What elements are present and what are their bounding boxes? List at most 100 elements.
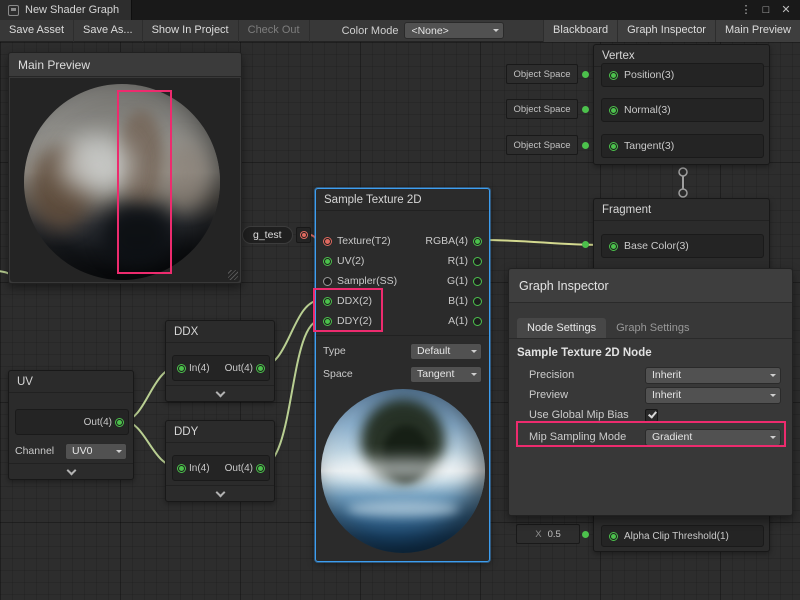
alpha-clip-float-field[interactable]: X 0.5 bbox=[516, 524, 580, 544]
connector-knob-top[interactable] bbox=[679, 168, 687, 176]
b-output-label: B(1) bbox=[448, 295, 468, 307]
preview-value: Inherit bbox=[652, 389, 681, 401]
alpha-clip-input-port[interactable] bbox=[609, 532, 618, 541]
gtest-property-node[interactable]: g_test bbox=[242, 226, 293, 244]
tangent-block[interactable]: Tangent(3) bbox=[601, 134, 764, 158]
show-in-project-button[interactable]: Show In Project bbox=[143, 20, 239, 42]
ddy-input-port[interactable] bbox=[323, 317, 332, 326]
b-output-port[interactable] bbox=[473, 297, 482, 306]
tangent-space-dropdown[interactable]: Object Space bbox=[506, 135, 578, 155]
ddx-node[interactable]: DDX In(4) Out(4) bbox=[165, 320, 275, 402]
channel-dropdown[interactable]: UV0 bbox=[65, 443, 127, 460]
ddy-in-port[interactable] bbox=[177, 464, 186, 473]
position-block[interactable]: Position(3) bbox=[601, 63, 764, 87]
node-preview-sphere[interactable] bbox=[321, 389, 485, 553]
type-value: Default bbox=[417, 345, 450, 357]
a-output-port[interactable] bbox=[473, 317, 482, 326]
use-global-mip-bias-checkbox[interactable] bbox=[645, 409, 658, 422]
ddx-out-port[interactable] bbox=[256, 364, 265, 373]
preview-dropdown[interactable]: Inherit bbox=[645, 387, 781, 404]
uv-node-title: UV bbox=[9, 371, 133, 393]
uv-out-port[interactable] bbox=[115, 418, 124, 427]
divider bbox=[316, 335, 489, 336]
channel-label: Channel bbox=[15, 445, 57, 457]
tab-node-settings[interactable]: Node Settings bbox=[517, 318, 606, 338]
uv-node[interactable]: UV Out(4) Channel UV0 bbox=[8, 370, 134, 480]
close-icon[interactable]: ✕ bbox=[778, 1, 794, 19]
g-output-port[interactable] bbox=[473, 277, 482, 286]
graph-inspector-toggle-button[interactable]: Graph Inspector bbox=[617, 20, 715, 42]
resize-grip[interactable] bbox=[228, 270, 238, 280]
mip-mode-row: Mip Sampling Mode Gradient bbox=[509, 427, 792, 447]
ddx-collapse-footer[interactable] bbox=[166, 385, 274, 401]
position-space-dropdown[interactable]: Object Space bbox=[506, 64, 578, 84]
ddy-node[interactable]: DDY In(4) Out(4) bbox=[165, 420, 275, 502]
normal-space-dropdown[interactable]: Object Space bbox=[506, 99, 578, 119]
mip-sampling-mode-dropdown[interactable]: Gradient bbox=[645, 429, 781, 446]
normal-block-label: Normal(3) bbox=[624, 104, 671, 116]
fragment-node-title: Fragment bbox=[594, 199, 769, 221]
toolbar-right-group: Blackboard Graph Inspector Main Preview bbox=[543, 20, 800, 42]
base-color-input-port[interactable] bbox=[609, 242, 618, 251]
inspector-tabs: Node Settings Graph Settings bbox=[509, 315, 792, 339]
normal-input-port[interactable] bbox=[609, 106, 618, 115]
blackboard-toggle-button[interactable]: Blackboard bbox=[543, 20, 617, 42]
preview-row: Preview Inherit bbox=[509, 385, 792, 405]
save-as-button[interactable]: Save As... bbox=[74, 20, 143, 42]
preview-label: Preview bbox=[529, 389, 645, 401]
sky-glare-blob bbox=[60, 136, 132, 194]
space-label: Space bbox=[323, 368, 353, 380]
main-preview-header[interactable]: Main Preview bbox=[9, 53, 241, 77]
position-space-value: Object Space bbox=[513, 69, 570, 80]
graph-inspector-panel[interactable]: Graph Inspector Node Settings Graph Sett… bbox=[508, 268, 793, 516]
alpha-clip-block[interactable]: Alpha Clip Threshold(1) bbox=[601, 525, 764, 547]
vertex-context-node[interactable]: Vertex Position(3) Normal(3) Tangent(3) bbox=[593, 44, 770, 165]
texture-input-port[interactable] bbox=[323, 237, 332, 246]
ddx-in-label: In(4) bbox=[189, 363, 210, 374]
ddy-out-label: Out(4) bbox=[225, 463, 253, 474]
save-asset-button[interactable]: Save Asset bbox=[0, 20, 74, 42]
uv-input-label: UV(2) bbox=[337, 255, 364, 267]
check-out-button[interactable]: Check Out bbox=[239, 20, 310, 42]
base-color-block[interactable]: Base Color(3) bbox=[601, 234, 764, 258]
color-mode-dropdown[interactable]: <None> bbox=[404, 22, 504, 39]
rgba-output-port[interactable] bbox=[473, 237, 482, 246]
type-label: Type bbox=[323, 345, 346, 357]
horizon-glow-blob bbox=[331, 459, 475, 479]
space-option-row: Space Tangent bbox=[316, 364, 489, 384]
sample-texture-2d-node[interactable]: Sample Texture 2D Texture(T2) RGBA(4) UV… bbox=[315, 188, 490, 562]
graph-inspector-header[interactable]: Graph Inspector bbox=[509, 269, 792, 303]
titlebar: New Shader Graph ⋮ □ ✕ bbox=[0, 0, 800, 20]
channel-value: UV0 bbox=[72, 445, 92, 457]
ddy-collapse-footer[interactable] bbox=[166, 485, 274, 501]
main-preview-viewport[interactable] bbox=[10, 78, 240, 282]
r-output-port[interactable] bbox=[473, 257, 482, 266]
kebab-menu-icon[interactable]: ⋮ bbox=[738, 1, 754, 19]
gtest-output-port[interactable] bbox=[300, 231, 308, 239]
maximize-icon[interactable]: □ bbox=[758, 1, 774, 19]
position-input-port[interactable] bbox=[609, 71, 618, 80]
uv-collapse-footer[interactable] bbox=[9, 463, 133, 479]
document-tab[interactable]: New Shader Graph bbox=[0, 0, 132, 20]
sampler-input-port[interactable] bbox=[323, 277, 332, 286]
tangent-input-port[interactable] bbox=[609, 142, 618, 151]
main-preview-sphere[interactable] bbox=[24, 84, 220, 280]
dropdown-arrow-icon bbox=[770, 374, 776, 380]
ddx-in-port[interactable] bbox=[177, 364, 186, 373]
connector-knob-bottom[interactable] bbox=[679, 189, 687, 197]
graph-inspector-title: Graph Inspector bbox=[519, 279, 609, 293]
normal-block[interactable]: Normal(3) bbox=[601, 98, 764, 122]
ddx-io-row: In(4) Out(4) bbox=[172, 355, 270, 381]
type-dropdown[interactable]: Default bbox=[410, 343, 482, 360]
precision-row: Precision Inherit bbox=[509, 365, 792, 385]
ddx-input-port[interactable] bbox=[323, 297, 332, 306]
space-dropdown[interactable]: Tangent bbox=[410, 366, 482, 383]
sample-texture-node-title: Sample Texture 2D bbox=[316, 189, 489, 211]
ddy-out-port[interactable] bbox=[256, 464, 265, 473]
main-preview-panel[interactable]: Main Preview bbox=[8, 52, 242, 284]
main-preview-toggle-button[interactable]: Main Preview bbox=[715, 20, 800, 42]
precision-dropdown[interactable]: Inherit bbox=[645, 367, 781, 384]
dark-ground-blob bbox=[102, 202, 174, 266]
tab-graph-settings[interactable]: Graph Settings bbox=[606, 318, 699, 338]
uv-input-port[interactable] bbox=[323, 257, 332, 266]
